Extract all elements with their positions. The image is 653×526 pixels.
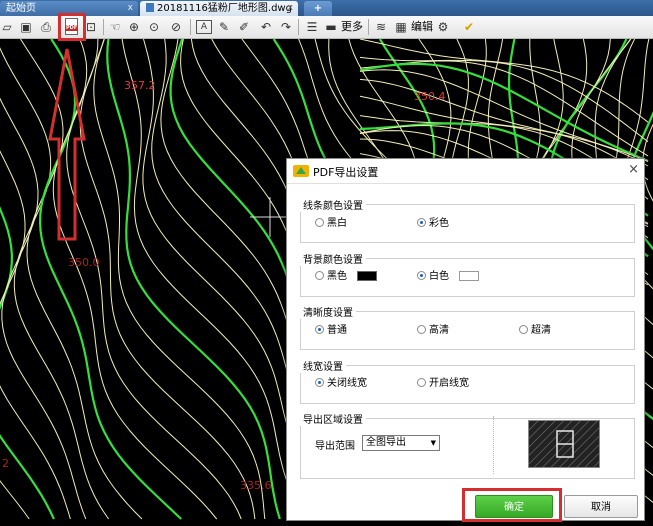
pdf-export-dialog: PDF导出设置 × 线条颜色设置 黑白 彩色 背景颜色设置 黑色 白色 清晰度设… [286, 158, 645, 521]
zoom-window-icon[interactable]: ⊙ [146, 19, 162, 35]
save-icon[interactable]: ▣ [18, 19, 34, 35]
ok-button-highlight [462, 488, 562, 522]
chevron-down-icon: ▼ [430, 439, 436, 447]
export-area-preview [528, 420, 600, 468]
radio-label: 开启线宽 [429, 378, 469, 389]
radio-dot [315, 218, 324, 227]
export-range-select[interactable]: 全图导出 ▼ [362, 435, 440, 451]
pen-icon[interactable]: ✐ [236, 19, 252, 35]
radio-dot [417, 218, 426, 227]
elevation-label: 357.2 [124, 79, 156, 92]
tab-home-label: 起始页 [6, 3, 36, 14]
contour [359, 69, 649, 162]
layers-icon[interactable]: ≋ [373, 19, 389, 35]
toolbar-separator [368, 19, 369, 35]
elevation-label: 350.4 [414, 90, 446, 103]
clarity-hd-radio[interactable]: 高清 [417, 325, 449, 337]
line-width-title: 线宽设置 [300, 358, 346, 373]
export-range-label: 导出范围 [315, 441, 355, 452]
bg-color-white-radio[interactable]: 白色 [417, 271, 449, 283]
tab-file-label: 20181116猛粉厂地形图.dwg [157, 3, 292, 14]
radio-label: 黑白 [327, 218, 347, 229]
zoom-extents-icon[interactable]: ⊘ [168, 19, 184, 35]
line-color-title: 线条颜色设置 [300, 197, 366, 212]
open-folder-icon[interactable]: ▱ [0, 19, 14, 35]
new-tab-button[interactable]: + [304, 1, 332, 16]
close-icon[interactable]: × [628, 162, 639, 177]
region-divider [493, 416, 495, 474]
pdf-button-highlight [58, 13, 86, 41]
bg-color-title: 背景颜色设置 [300, 251, 366, 266]
main-toolbar: ▱ ▣ ⎙ PDF ⊡ ☜ ⊕ ⊙ ⊘ A ✎ ✐ ↶ ↷ ☰ ▬ 更多 ≋ ▦… [0, 16, 653, 39]
white-swatch [459, 271, 479, 281]
contour [121, 39, 304, 520]
radio-dot [315, 271, 324, 280]
edit-label[interactable]: 编辑 [411, 19, 433, 35]
pencil-icon[interactable]: ✎ [216, 19, 232, 35]
radio-dot [417, 378, 426, 387]
elevation-label: 335.6 [240, 479, 272, 492]
export-area-title: 导出区域设置 [300, 411, 366, 426]
print-icon[interactable]: ⎙ [38, 19, 54, 35]
clarity-normal-radio[interactable]: 普通 [315, 325, 347, 337]
more-label[interactable]: 更多 [341, 19, 363, 35]
settings-icon[interactable]: ⚙ [436, 19, 450, 35]
line-color-bw-radio[interactable]: 黑白 [315, 218, 347, 230]
line-width-on-radio[interactable]: 开启线宽 [417, 378, 469, 390]
elevation-label: 2 [2, 457, 9, 470]
edit-icon[interactable]: ▦ [393, 19, 409, 35]
toolbar-separator [298, 19, 299, 35]
vip-check-icon[interactable]: ✔ [462, 19, 476, 35]
line-color-color-radio[interactable]: 彩色 [417, 218, 449, 230]
redo-icon[interactable]: ↷ [278, 19, 294, 35]
radio-label: 黑色 [327, 271, 347, 282]
line-width-off-radio[interactable]: 关闭线宽 [315, 378, 367, 390]
radio-dot [315, 378, 324, 387]
radio-dot [417, 271, 426, 280]
app-logo-icon [293, 165, 309, 177]
crosshair-cursor-icon [250, 197, 290, 237]
bg-color-black-radio[interactable]: 黑色 [315, 271, 347, 283]
index-contour [106, 39, 281, 520]
cancel-button[interactable]: 取消 [564, 495, 638, 518]
tab-file-icon [146, 3, 154, 12]
preview-hatch-icon [529, 421, 599, 467]
radio-label: 高清 [429, 325, 449, 336]
toolbar-separator [190, 19, 191, 35]
more-icon[interactable]: ▬ [323, 19, 339, 35]
text-tool-icon[interactable]: A [196, 20, 212, 34]
document-tab-bar: 起始页 x 20181116猛粉厂地形图.dwg x + [0, 0, 653, 16]
toolbar-separator [103, 19, 104, 35]
undo-icon[interactable]: ↶ [258, 19, 274, 35]
clarity-title: 清晰度设置 [300, 304, 356, 319]
radio-dot [315, 325, 324, 334]
radio-label: 关闭线宽 [327, 378, 367, 389]
measure-icon[interactable]: ☰ [304, 19, 320, 35]
radio-label: 白色 [429, 271, 449, 282]
pan-hand-icon[interactable]: ☜ [108, 19, 122, 35]
dialog-titlebar[interactable]: PDF导出设置 × [287, 159, 644, 184]
radio-label: 超清 [531, 325, 551, 336]
annotation-arrow-icon [48, 48, 86, 241]
radio-label: 普通 [327, 325, 347, 336]
radio-dot [417, 325, 426, 334]
contour [93, 39, 266, 520]
black-swatch [357, 271, 377, 281]
contour [79, 39, 256, 520]
tab-home-close-icon[interactable]: x [128, 1, 133, 16]
zoom-realtime-icon[interactable]: ⊕ [126, 19, 142, 35]
tab-dwg-file[interactable]: 20181116猛粉厂地形图.dwg x [140, 1, 298, 16]
radio-label: 彩色 [429, 218, 449, 229]
tab-file-close-icon[interactable]: x [288, 1, 293, 16]
clarity-uhd-radio[interactable]: 超清 [519, 325, 551, 337]
export-range-value: 全图导出 [366, 437, 406, 448]
dialog-title: PDF导出设置 [313, 166, 379, 179]
elevation-label: 350.0 [68, 256, 100, 269]
radio-dot [519, 325, 528, 334]
